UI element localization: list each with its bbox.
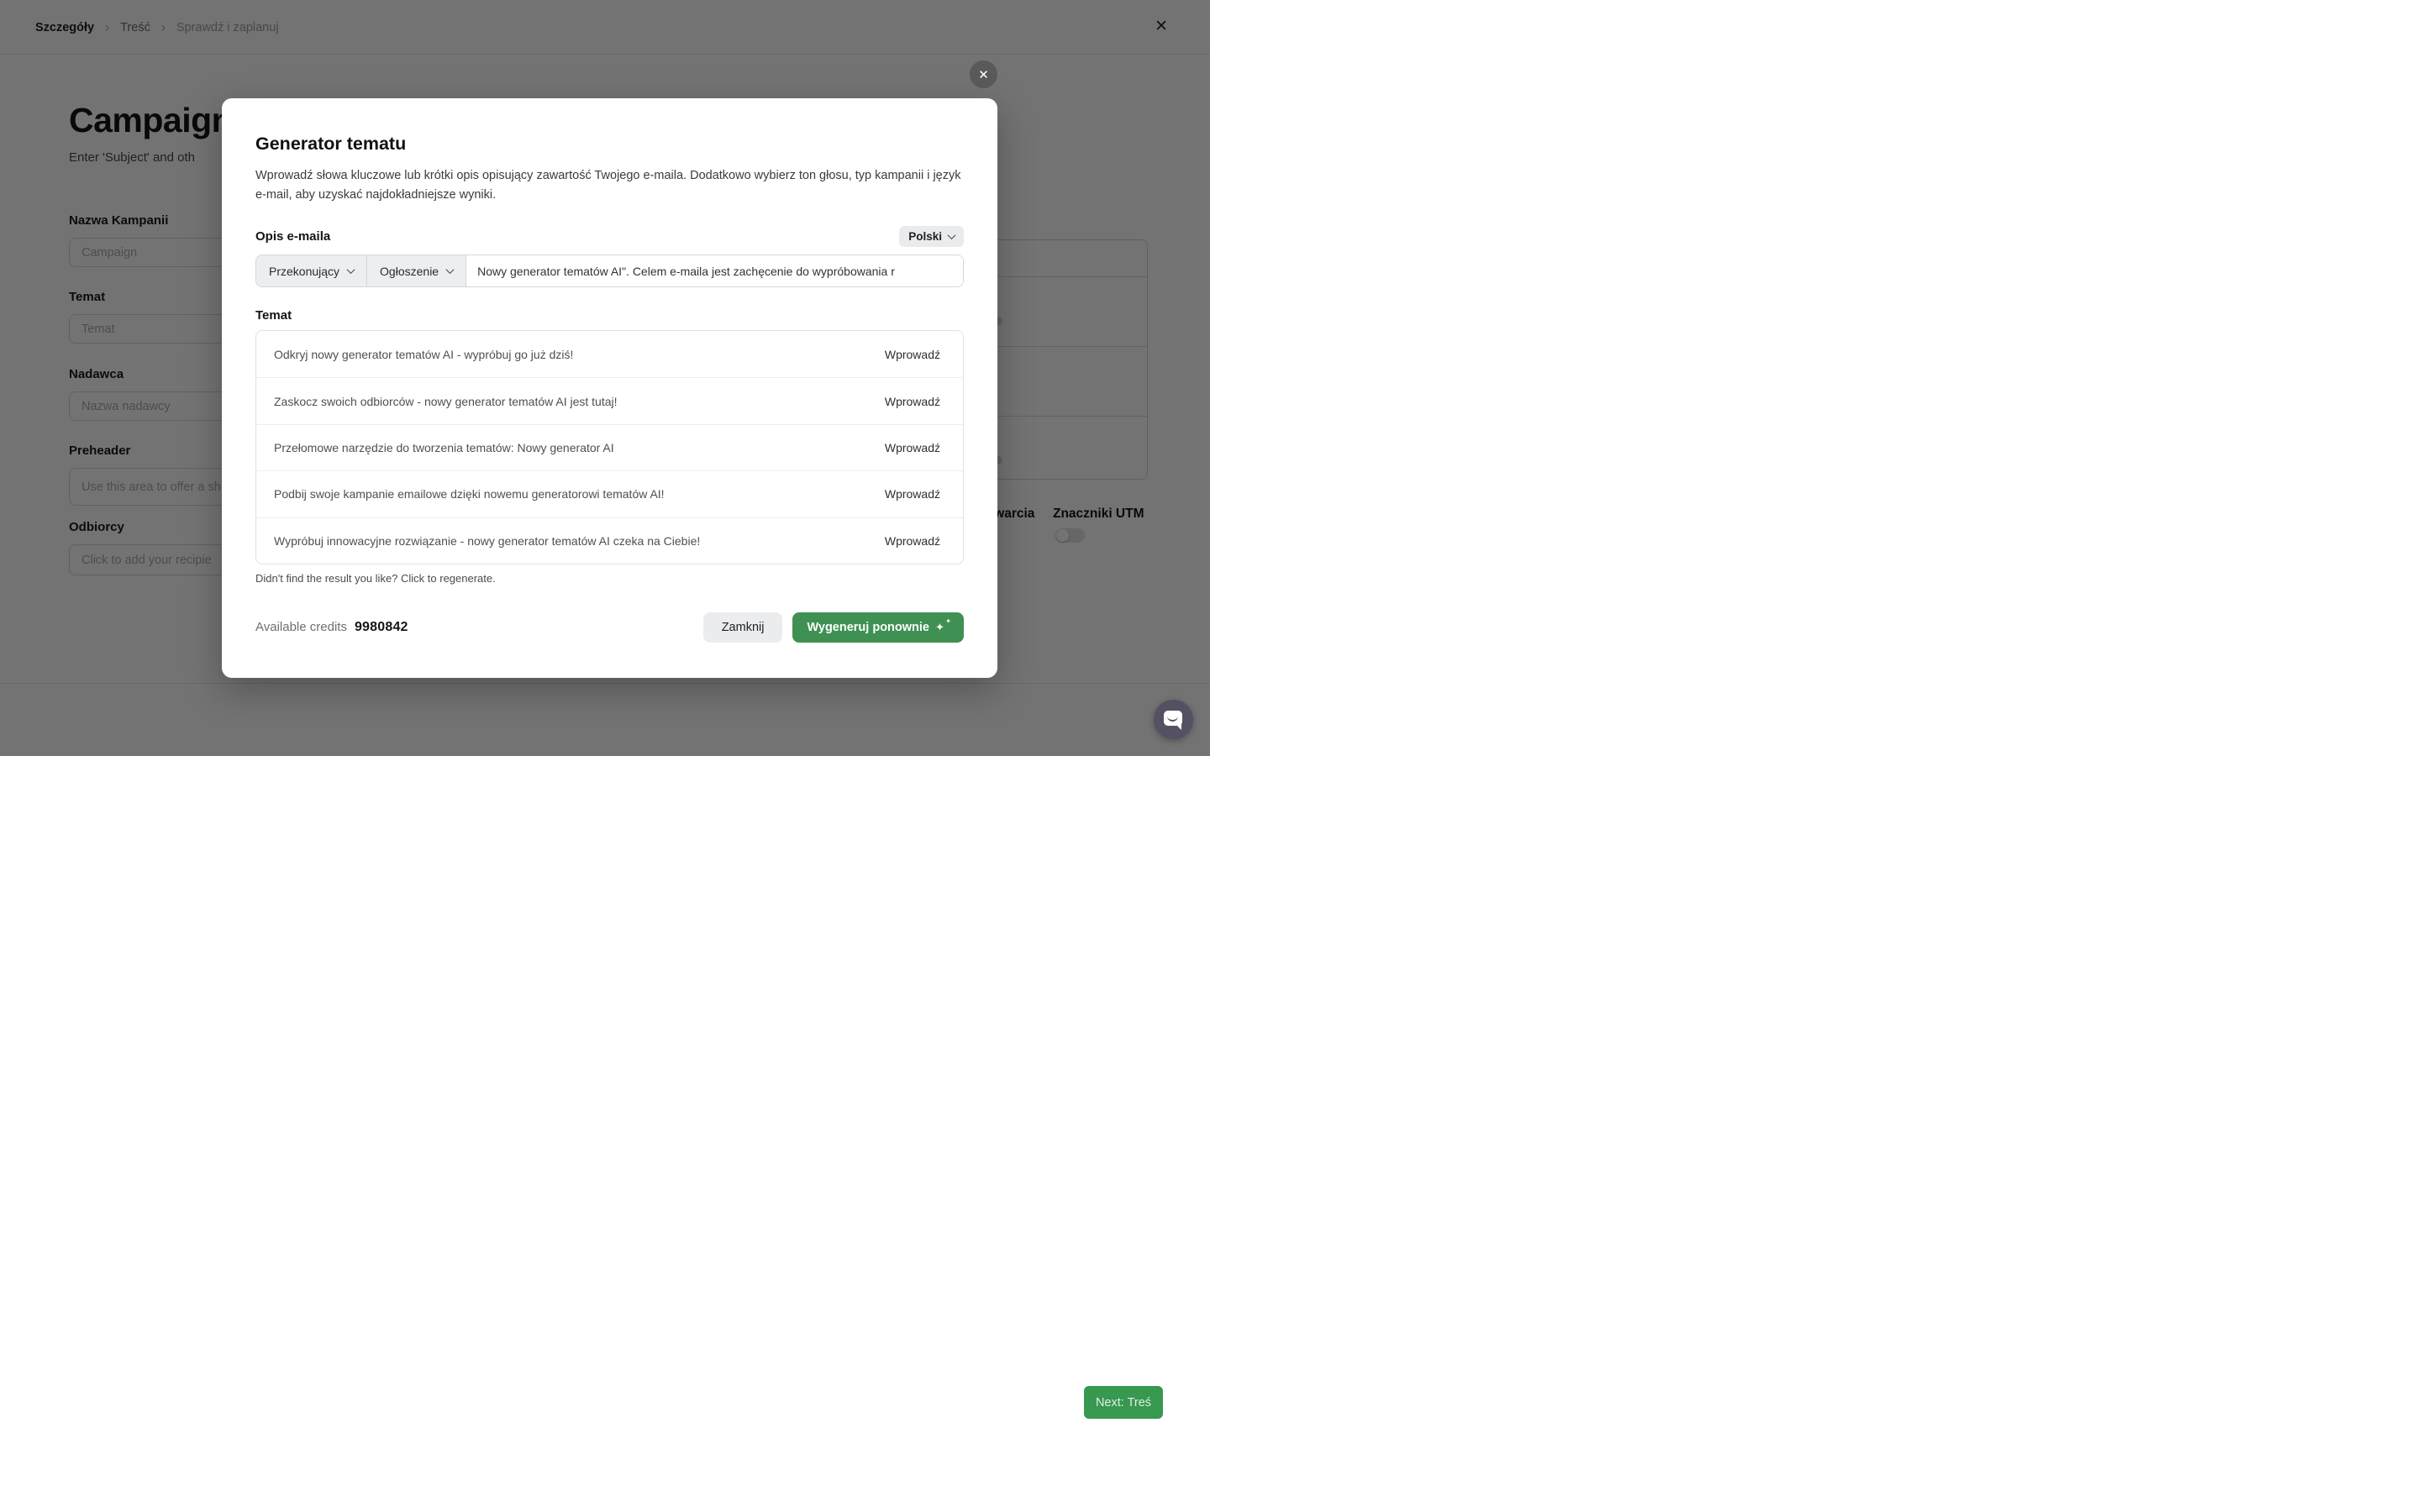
campaign-type-select[interactable]: Ogłoszenie (367, 255, 467, 286)
close-modal-button[interactable]: Zamknij (702, 612, 783, 643)
regenerate-button-label: Wygeneruj ponownie (807, 620, 929, 634)
sparkles-icon: ✦ ✦ (935, 617, 951, 633)
credits-value: 9980842 (354, 619, 408, 634)
available-credits: Available credits 9980842 (255, 620, 408, 635)
suggestion-text: Zaskocz swoich odbiorców - nowy generato… (274, 394, 618, 408)
modal-title: Generator tematu (255, 134, 407, 154)
regenerate-button[interactable]: Wygeneruj ponownie ✦ ✦ (792, 612, 964, 643)
subject-suggestion-row: Wypróbuj innowacyjne rozwiązanie - nowy … (256, 517, 963, 564)
subject-list-label: Temat (255, 308, 292, 323)
insert-suggestion-button[interactable]: Wprowadź (885, 348, 940, 361)
description-input-group: Przekonujący Ogłoszenie (255, 255, 964, 287)
modal-description: Wprowadź słowa kluczowe lub krótki opis … (255, 169, 961, 202)
smile-icon (1167, 715, 1178, 722)
suggestion-text: Podbij swoje kampanie emailowe dzięki no… (274, 487, 665, 501)
close-icon: ✕ (978, 67, 989, 82)
email-description-label: Opis e-maila (255, 229, 331, 244)
modal-close-button[interactable]: ✕ (970, 60, 997, 88)
subject-suggestion-row: Przełomowe narzędzie do tworzenia temató… (256, 423, 963, 470)
suggestion-text: Odkryj nowy generator tematów AI - wypró… (274, 347, 574, 361)
suggestion-text: Przełomowe narzędzie do tworzenia temató… (274, 440, 614, 454)
insert-suggestion-button[interactable]: Wprowadź (885, 441, 940, 454)
tone-select[interactable]: Przekonujący (256, 255, 368, 286)
language-select[interactable]: Polski (899, 226, 964, 247)
chat-launcher-button[interactable] (1154, 700, 1193, 739)
subject-generator-modal: Generator tematu Wprowadź słowa kluczowe… (222, 98, 997, 678)
credits-label: Available credits (255, 620, 347, 635)
email-description-input[interactable] (466, 255, 963, 286)
subject-suggestion-list: Odkryj nowy generator tematów AI - wypró… (255, 330, 964, 564)
insert-suggestion-button[interactable]: Wprowadź (885, 395, 940, 408)
campaign-type-value: Ogłoszenie (380, 264, 439, 278)
language-select-value: Polski (908, 230, 942, 243)
subject-suggestion-row: Odkryj nowy generator tematów AI - wypró… (256, 331, 963, 377)
subject-suggestion-row: Podbij swoje kampanie emailowe dzięki no… (256, 470, 963, 517)
chevron-down-icon (947, 231, 956, 240)
subject-suggestion-row: Zaskocz swoich odbiorców - nowy generato… (256, 377, 963, 423)
next-step-button[interactable]: Next: Treś (1084, 1386, 1163, 1419)
regenerate-hint: Didn't find the result you like? Click t… (255, 571, 496, 585)
chevron-down-icon (445, 265, 455, 275)
insert-suggestion-button[interactable]: Wprowadź (885, 534, 940, 548)
suggestion-text: Wypróbuj innowacyjne rozwiązanie - nowy … (274, 533, 701, 548)
chevron-down-icon (346, 265, 355, 275)
chat-bubble-icon (1164, 711, 1182, 730)
tone-select-value: Przekonujący (269, 264, 340, 278)
insert-suggestion-button[interactable]: Wprowadź (885, 487, 940, 501)
